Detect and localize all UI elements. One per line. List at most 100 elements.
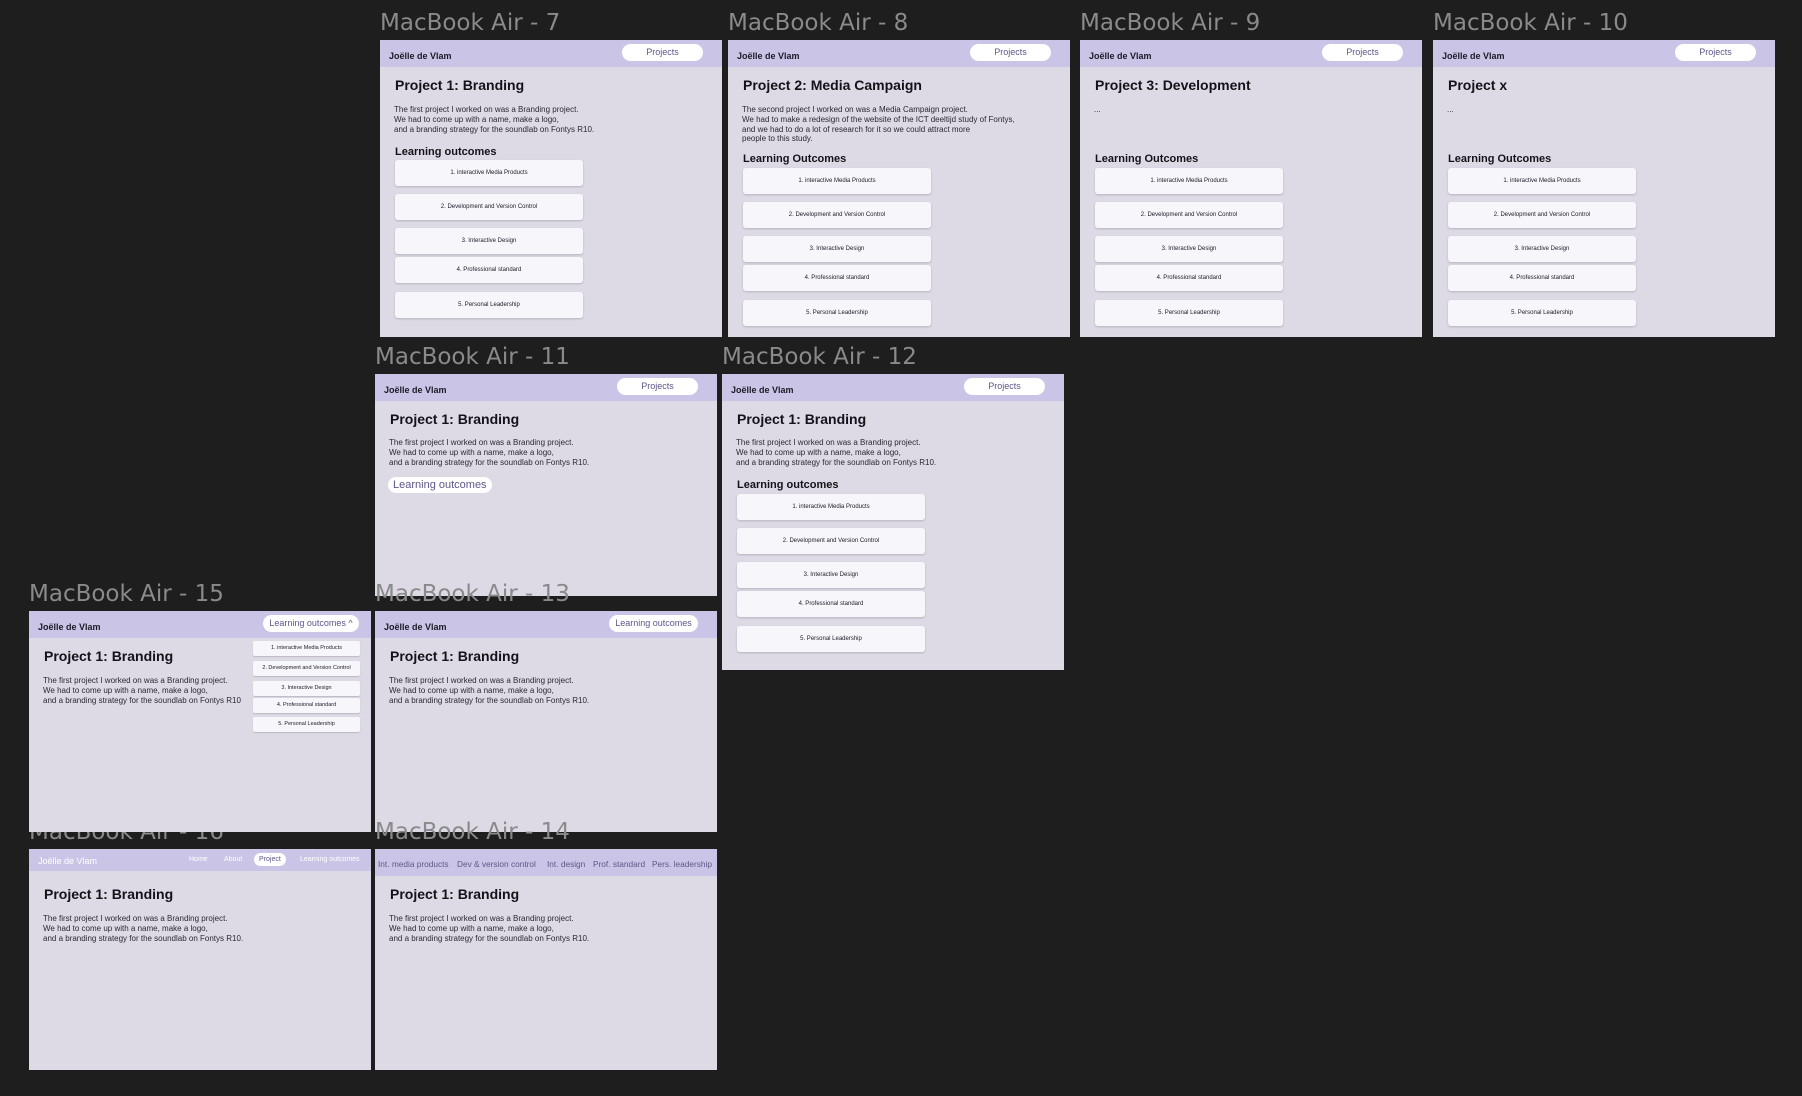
page-title: Project x — [1448, 77, 1508, 93]
outcome-button-4[interactable]: 4. Professional standard — [743, 265, 931, 291]
owner-name: Joëlle de Vlam — [38, 856, 98, 866]
learning-outcomes-menu-button[interactable]: Learning outcomes — [609, 615, 698, 632]
outcome-button-1[interactable]: 1. interactive Media Products — [743, 168, 931, 194]
page-title: Project 2: Media Campaign — [743, 77, 922, 93]
frame-macbook-air-12: Joëlle de Vlam Projects Project 1: Brand… — [722, 374, 1064, 670]
dropdown-item-3[interactable]: 3. Interactive Design — [253, 681, 360, 696]
owner-name: Joëlle de Vlam — [38, 622, 101, 632]
project-description: The first project I worked on was a Bran… — [43, 914, 244, 943]
outcome-button-4[interactable]: 4. Professional standard — [395, 257, 583, 283]
outcome-button-3[interactable]: 3. Interactive Design — [1095, 236, 1283, 262]
page-title: Project 3: Development — [1095, 77, 1251, 93]
learning-outcomes-heading: Learning Outcomes — [1448, 153, 1552, 165]
frame-macbook-air-13: Joëlle de Vlam Learning outcomes Project… — [375, 611, 717, 832]
owner-name: Joëlle de Vlam — [384, 385, 447, 395]
projects-button[interactable]: Projects — [617, 378, 698, 395]
nav-prof-standard[interactable]: Prof. standard — [593, 859, 645, 869]
learning-outcomes-heading: Learning Outcomes — [1095, 153, 1199, 165]
outcome-button-1[interactable]: 1. interactive Media Products — [395, 160, 583, 186]
project-description: ... — [1094, 105, 1101, 114]
learning-outcomes-button[interactable]: Learning outcomes — [388, 477, 492, 493]
outcome-button-1[interactable]: 1. interactive Media Products — [1095, 168, 1283, 194]
nav-project[interactable]: Project — [254, 853, 286, 866]
frame-label-9: MacBook Air - 9 — [1080, 10, 1261, 36]
learning-outcomes-heading: Learning outcomes — [395, 146, 497, 158]
frame-label-13: MacBook Air - 13 — [375, 581, 570, 607]
frame-macbook-air-11: Joëlle de Vlam Projects Project 1: Brand… — [375, 374, 717, 596]
frame-macbook-air-16: Joëlle de Vlam Home About Project Learni… — [29, 849, 371, 1070]
project-description: The first project I worked on was a Bran… — [736, 438, 937, 467]
outcome-button-4[interactable]: 4. Professional standard — [737, 591, 925, 617]
project-description: The first project I worked on was a Bran… — [43, 676, 241, 705]
projects-button[interactable]: Projects — [970, 44, 1051, 61]
frame-label-8: MacBook Air - 8 — [728, 10, 909, 36]
frame-macbook-air-15: Joëlle de Vlam Learning outcomes ^ Proje… — [29, 611, 371, 832]
page-title: Project 1: Branding — [395, 77, 525, 93]
frame-label-10: MacBook Air - 10 — [1433, 10, 1628, 36]
page-title: Project 1: Branding — [390, 411, 520, 427]
project-description: ... — [1447, 105, 1454, 114]
projects-button[interactable]: Projects — [1322, 44, 1403, 61]
owner-name: Joëlle de Vlam — [389, 51, 452, 61]
owner-name: Joëlle de Vlam — [1442, 51, 1505, 61]
outcome-button-4[interactable]: 4. Professional standard — [1095, 265, 1283, 291]
frame-label-11: MacBook Air - 11 — [375, 344, 570, 370]
frame-macbook-air-7: Joëlle de Vlam Projects Project 1: Brand… — [380, 40, 722, 337]
page-title: Project 1: Branding — [737, 411, 867, 427]
outcome-button-2[interactable]: 2. Development and Version Control — [395, 194, 583, 220]
project-description: The first project I worked on was a Bran… — [389, 438, 590, 467]
dropdown-item-4[interactable]: 4. Professional standard — [253, 698, 360, 713]
page-title: Project 1: Branding — [44, 648, 174, 664]
outcome-button-3[interactable]: 3. Interactive Design — [395, 228, 583, 254]
nav-learning-outcomes[interactable]: Learning outcomes — [300, 856, 360, 863]
learning-outcomes-heading: Learning Outcomes — [743, 153, 847, 165]
project-description: The first project I worked on was a Bran… — [389, 676, 590, 705]
dropdown-item-1[interactable]: 1. interactive Media Products — [253, 641, 360, 656]
outcome-button-1[interactable]: 1. interactive Media Products — [737, 494, 925, 520]
frame-label-7: MacBook Air - 7 — [380, 10, 561, 36]
page-title: Project 1: Branding — [390, 886, 520, 902]
page-title: Project 1: Branding — [44, 886, 174, 902]
outcome-button-5[interactable]: 5. Personal Leadership — [395, 292, 583, 318]
outcome-button-2[interactable]: 2. Development and Version Control — [1448, 202, 1636, 228]
outcome-button-5[interactable]: 5. Personal Leadership — [1448, 300, 1636, 326]
nav-pers-leadership[interactable]: Pers. leadership — [652, 859, 712, 869]
learning-outcomes-menu-button[interactable]: Learning outcomes ^ — [263, 615, 359, 632]
outcome-button-3[interactable]: 3. Interactive Design — [743, 236, 931, 262]
nav-dev-version-control[interactable]: Dev & version control — [457, 859, 536, 869]
projects-button[interactable]: Projects — [1675, 44, 1756, 61]
dropdown-item-2[interactable]: 2. Development and Version Control — [253, 661, 360, 676]
owner-name: Joëlle de Vlam — [731, 385, 794, 395]
outcome-button-3[interactable]: 3. Interactive Design — [1448, 236, 1636, 262]
outcome-button-2[interactable]: 2. Development and Version Control — [743, 202, 931, 228]
outcome-button-1[interactable]: 1. interactive Media Products — [1448, 168, 1636, 194]
frame-macbook-air-14: Int. media products Dev & version contro… — [375, 849, 717, 1070]
project-description: The second project I worked on was a Med… — [742, 105, 1015, 144]
nav-int-design[interactable]: Int. design — [547, 859, 585, 869]
owner-name: Joëlle de Vlam — [737, 51, 800, 61]
page-title: Project 1: Branding — [390, 648, 520, 664]
outcome-button-3[interactable]: 3. Interactive Design — [737, 562, 925, 588]
project-description: The first project I worked on was a Bran… — [394, 105, 595, 134]
outcome-button-4[interactable]: 4. Professional standard — [1448, 265, 1636, 291]
nav-about[interactable]: About — [224, 856, 242, 863]
dropdown-item-5[interactable]: 5. Personal Leadership — [253, 717, 360, 732]
learning-outcomes-heading: Learning outcomes — [737, 479, 839, 491]
frame-macbook-air-8: Joëlle de Vlam Projects Project 2: Media… — [728, 40, 1070, 337]
owner-name: Joëlle de Vlam — [384, 622, 447, 632]
project-description: The first project I worked on was a Bran… — [389, 914, 590, 943]
projects-button[interactable]: Projects — [622, 44, 703, 61]
nav-home[interactable]: Home — [189, 856, 208, 863]
frame-label-15: MacBook Air - 15 — [29, 581, 224, 607]
outcome-button-5[interactable]: 5. Personal Leadership — [1095, 300, 1283, 326]
frame-macbook-air-10: Joëlle de Vlam Projects Project x ... Le… — [1433, 40, 1775, 337]
nav-int-media-products[interactable]: Int. media products — [378, 859, 449, 869]
frame-label-14: MacBook Air - 14 — [375, 819, 570, 845]
projects-button[interactable]: Projects — [964, 378, 1045, 395]
outcome-button-2[interactable]: 2. Development and Version Control — [1095, 202, 1283, 228]
owner-name: Joëlle de Vlam — [1089, 51, 1152, 61]
outcome-button-5[interactable]: 5. Personal Leadership — [737, 626, 925, 652]
outcome-button-2[interactable]: 2. Development and Version Control — [737, 528, 925, 554]
outcome-button-5[interactable]: 5. Personal Leadership — [743, 300, 931, 326]
frame-label-12: MacBook Air - 12 — [722, 344, 917, 370]
